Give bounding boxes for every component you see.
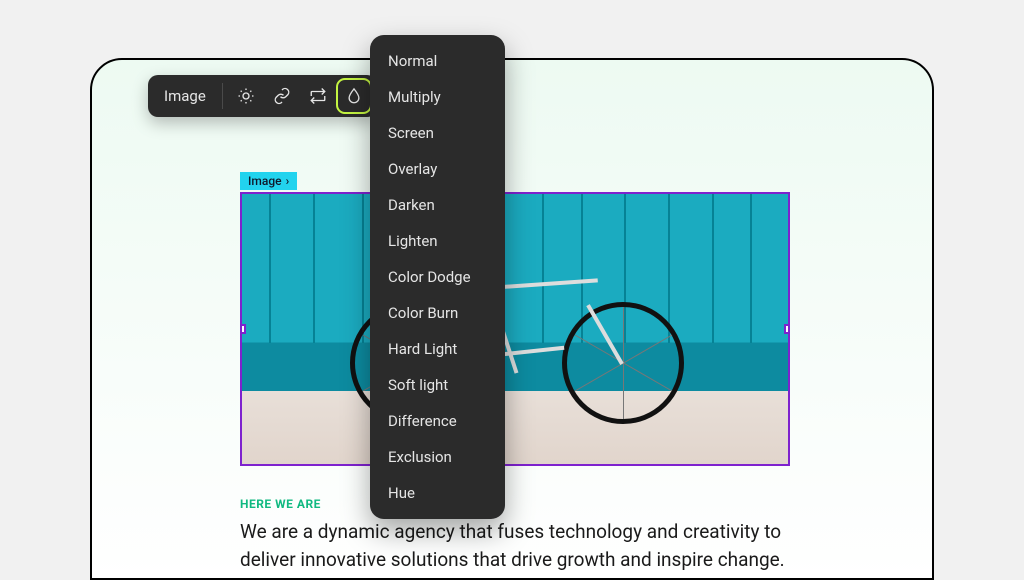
blend-mode-button[interactable] — [337, 79, 371, 113]
canvas-frame: Image › HERE WE ARE We are a dynamic age… — [90, 58, 934, 580]
selected-image[interactable] — [240, 192, 790, 466]
eyebrow-text: HERE WE ARE — [240, 497, 321, 511]
blend-mode-option[interactable]: Color Dodge — [370, 259, 505, 295]
blend-mode-option[interactable]: Difference — [370, 403, 505, 439]
selection-tag-label: Image — [248, 174, 282, 188]
blend-mode-option[interactable]: Darken — [370, 187, 505, 223]
resize-handle-left[interactable] — [240, 324, 246, 334]
link-icon — [273, 87, 291, 105]
body-paragraph: We are a dynamic agency that fuses techn… — [240, 518, 790, 573]
blend-mode-option[interactable]: Normal — [370, 43, 505, 79]
blend-mode-option[interactable]: Soft light — [370, 367, 505, 403]
blend-mode-dropdown: Normal Multiply Screen Overlay Darken Li… — [370, 35, 505, 519]
image-toolbar: Image — [148, 75, 377, 117]
droplet-icon — [345, 87, 363, 105]
blend-mode-option[interactable]: Screen — [370, 115, 505, 151]
blend-mode-option[interactable]: Hue — [370, 475, 505, 511]
replace-icon — [309, 87, 327, 105]
blend-mode-option[interactable]: Color Burn — [370, 295, 505, 331]
blend-mode-option[interactable]: Multiply — [370, 79, 505, 115]
blend-mode-option[interactable]: Exclusion — [370, 439, 505, 475]
brightness-button[interactable] — [229, 79, 263, 113]
toolbar-divider — [222, 83, 223, 109]
replace-button[interactable] — [301, 79, 335, 113]
chevron-right-icon: › — [286, 174, 290, 188]
selection-tag[interactable]: Image › — [240, 172, 297, 190]
toolbar-type-label[interactable]: Image — [154, 81, 216, 111]
brightness-icon — [237, 87, 255, 105]
link-button[interactable] — [265, 79, 299, 113]
blend-mode-option[interactable]: Lighten — [370, 223, 505, 259]
blend-mode-option[interactable]: Overlay — [370, 151, 505, 187]
image-content — [242, 194, 788, 464]
resize-handle-right[interactable] — [784, 324, 790, 334]
blend-mode-option[interactable]: Hard Light — [370, 331, 505, 367]
